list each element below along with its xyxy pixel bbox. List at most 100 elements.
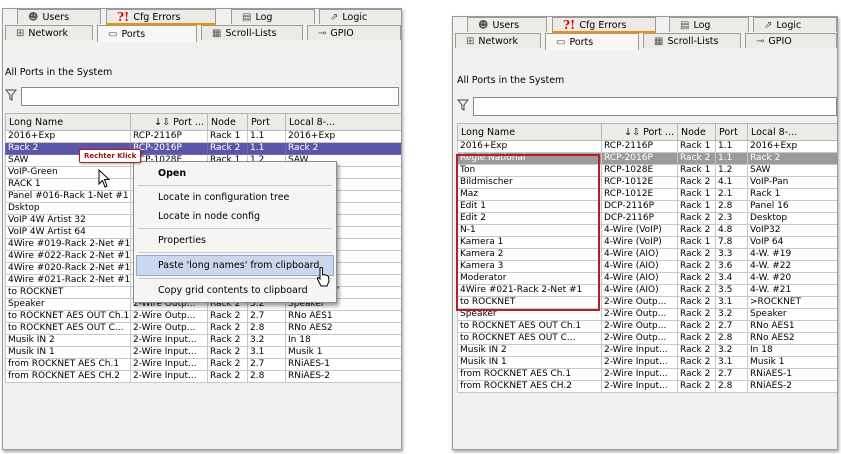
tab-scroll-lists[interactable]: ▦ Scroll-Lists (201, 25, 303, 40)
pasted-names-highlight (456, 154, 600, 311)
table-cell: >ROCKNET (747, 296, 837, 309)
table-row[interactable]: Musik IN 1 2-Wire Input... Rack 2 3.1 Musik … (457, 356, 837, 369)
filter-input[interactable] (473, 97, 837, 116)
network-icon: ⊞ (16, 27, 25, 39)
menu-separator (138, 278, 332, 279)
table-row[interactable]: to ROCKNET AES OUT C... 2-Wire Outp... Rac… (457, 332, 837, 345)
table-cell: RCP-2016P (130, 142, 208, 155)
section-title: All Ports in the System (457, 75, 565, 86)
column-header-node[interactable]: Node (677, 123, 716, 141)
column-header-port[interactable]: Port (715, 123, 748, 141)
menu-item-open[interactable]: Open (134, 164, 336, 183)
table-header-row: Long Name ↓⇩ Port ... Node Port Local 8-… (457, 123, 837, 141)
tab-ports[interactable]: ▭ Ports (545, 33, 639, 50)
tab-logic[interactable]: ⇗ Logic (753, 17, 837, 32)
table-cell: Rack 2 (207, 310, 248, 323)
table-row[interactable]: from ROCKNET AES Ch.1 2-Wire Input... Rack… (5, 358, 401, 371)
table-cell: Panel #016-Rack 1-Net #1 (5, 190, 131, 203)
tab-gpio[interactable]: ⊸ GPIO (745, 33, 837, 48)
users-icon: ☻ (478, 19, 489, 31)
column-header-node[interactable]: Node (207, 113, 248, 131)
table-cell: Rack 2 (677, 224, 716, 237)
table-cell: 2016+Exp (285, 130, 401, 143)
table-cell: 2-Wire Outp... (601, 308, 678, 321)
column-header-local-8[interactable]: Local 8-... (285, 113, 401, 131)
table-cell: Rack 1 (677, 200, 716, 213)
tab-log[interactable]: ▤ Log (231, 9, 315, 24)
table-cell: 3.3 (715, 248, 748, 261)
tab-network[interactable]: ⊞ Network (455, 33, 541, 48)
scroll-lists-icon: ▦ (212, 27, 222, 39)
table-cell: RCP-2116P (130, 130, 208, 143)
cfg-errors-icon: ?! (563, 18, 576, 32)
table-cell: Rack 2 (677, 356, 716, 369)
table-row[interactable]: from ROCKNET AES Ch.1 2-Wire Input... Rack… (457, 368, 837, 381)
table-cell: 2-Wire Input... (601, 368, 678, 381)
table-cell: to ROCKNET AES OUT Ch.1 (457, 320, 602, 333)
table-cell: 2016+Exp (747, 140, 837, 153)
table-row[interactable]: Musik IN 2 2-Wire Input... Rack 2 3.2 In 18 (457, 344, 837, 357)
column-header-port[interactable]: Port (247, 113, 286, 131)
table-row[interactable]: Musik IN 2 2-Wire Input... Rack 2 3.2 In 18 (5, 334, 401, 347)
table-row[interactable]: 2016+Exp RCP-2116P Rack 1 1.1 2016+Exp (5, 130, 401, 143)
table-row[interactable]: from ROCKNET AES CH.2 2-Wire Input... Rack… (5, 370, 401, 383)
table-cell: 2-Wire Outp... (601, 296, 678, 309)
tab-cfg-errors[interactable]: ?! Cfg Errors (552, 17, 656, 32)
menu-separator (138, 252, 332, 253)
gpio-icon: ⊸ (318, 27, 327, 39)
table-cell: RCP-1012E (601, 188, 678, 201)
filter-icon[interactable] (5, 89, 17, 101)
tab-network[interactable]: ⊞ Network (5, 25, 93, 40)
menu-separator (138, 228, 332, 229)
table-cell: 4-Wire (VoIP) (601, 236, 678, 249)
menu-item-locate-node-config[interactable]: Locate in node config (134, 207, 336, 226)
table-cell: RNo AES1 (285, 310, 401, 323)
table-cell: Rack 2 (677, 272, 716, 285)
column-header-local-8[interactable]: Local 8-... (747, 123, 837, 141)
tab-gpio[interactable]: ⊸ GPIO (307, 25, 401, 40)
table-cell: 2.8 (715, 332, 748, 345)
menu-item-paste-long-names[interactable]: Paste 'long names' from clipboard (136, 255, 334, 276)
tab-log[interactable]: ▤ Log (669, 17, 749, 32)
tab-ports[interactable]: ▭ Ports (97, 25, 197, 42)
table-row[interactable]: from ROCKNET AES CH.2 2-Wire Input... Rack… (457, 380, 837, 393)
table-row[interactable]: Musik IN 1 2-Wire Input... Rack 2 3.1 Musik … (5, 346, 401, 359)
table-row[interactable]: to ROCKNET AES OUT Ch.1 2-Wire Outp... Rac… (5, 310, 401, 323)
table-cell: to ROCKNET (5, 286, 131, 299)
right-click-callout: Rechter Klick (79, 149, 142, 163)
menu-separator (138, 185, 332, 186)
column-header-port-type[interactable]: ↓⇩ Port ... (601, 123, 678, 141)
table-cell: Rack 1 (677, 188, 716, 201)
hand-pointer-icon (316, 267, 330, 287)
table-cell: 2-Wire Input... (601, 344, 678, 357)
table-cell: 2-Wire Input... (130, 334, 208, 347)
tab-users[interactable]: ☻ Users (17, 9, 101, 24)
table-cell: Speaker (747, 308, 837, 321)
menu-item-properties[interactable]: Properties (134, 231, 336, 250)
column-header-long-name[interactable]: Long Name (5, 113, 131, 131)
table-cell: 4.8 (715, 224, 748, 237)
tab-users[interactable]: ☻ Users (467, 17, 547, 32)
tab-cfg-errors[interactable]: ?! Cfg Errors (106, 9, 216, 24)
filter-input[interactable] (21, 87, 399, 106)
table-cell: 3.2 (715, 308, 748, 321)
tab-logic[interactable]: ⇗ Logic (319, 9, 401, 24)
logic-icon: ⇗ (330, 11, 339, 23)
table-cell: In 18 (285, 334, 401, 347)
table-cell: Rack 2 (207, 142, 248, 155)
table-row[interactable]: 2016+Exp RCP-2116P Rack 1 1.1 2016+Exp (457, 140, 837, 153)
column-header-long-name[interactable]: Long Name (457, 123, 602, 141)
column-header-port-type[interactable]: ↓⇩ Port ... (130, 113, 208, 131)
table-cell: RCP-2116P (601, 140, 678, 153)
log-icon: ▤ (680, 19, 690, 31)
table-row[interactable]: Rack 2 RCP-2016P Rack 2 1.1 Rack 2 (5, 142, 401, 155)
table-row[interactable]: to ROCKNET AES OUT C... 2-Wire Outp... Rac… (5, 322, 401, 335)
table-cell: 4-Wire (VoIP) (601, 224, 678, 237)
menu-item-copy-grid[interactable]: Copy grid contents to clipboard (134, 281, 336, 300)
filter-icon[interactable] (457, 99, 469, 111)
menu-item-locate-config-tree[interactable]: Locate in configuration tree (134, 188, 336, 207)
table-cell: 3.6 (715, 260, 748, 273)
tab-scroll-lists[interactable]: ▦ Scroll-Lists (643, 33, 741, 48)
table-cell: Rack 2 (677, 344, 716, 357)
table-row[interactable]: to ROCKNET AES OUT Ch.1 2-Wire Outp... Rac… (457, 320, 837, 333)
